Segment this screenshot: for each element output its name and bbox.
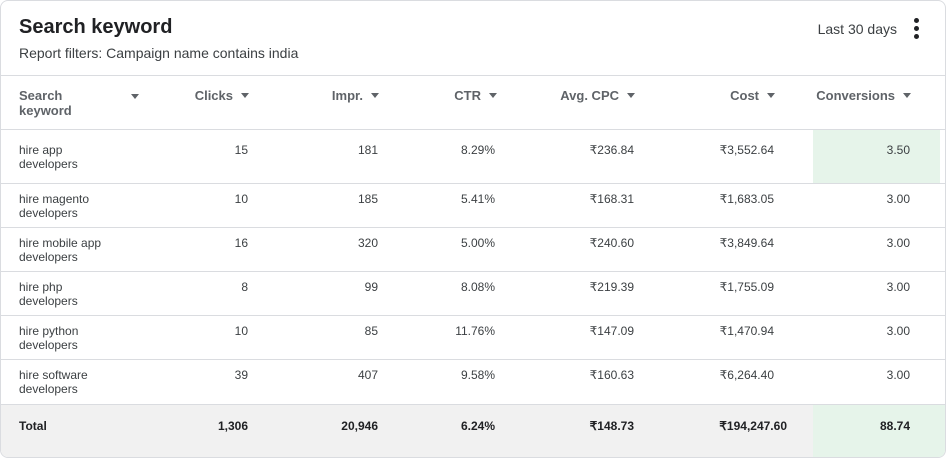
report-card: Search keyword Report filters: Campaign … bbox=[0, 0, 946, 458]
avg-cpc-cell: ₹147.09 bbox=[589, 324, 634, 338]
keyword-cell: hire php developers bbox=[19, 280, 78, 308]
impr-cell: 181 bbox=[357, 143, 378, 157]
conversions-cell: 3.00 bbox=[886, 368, 910, 382]
clicks-cell: 10 bbox=[234, 192, 248, 206]
divider bbox=[1, 271, 945, 272]
column-header-ctr[interactable]: CTR bbox=[401, 88, 497, 103]
column-header-avg-cpc[interactable]: Avg. CPC bbox=[521, 88, 635, 103]
column-header-conversions[interactable]: Conversions bbox=[801, 88, 911, 103]
avg-cpc-cell: ₹160.63 bbox=[589, 368, 634, 382]
sort-caret-icon bbox=[131, 94, 139, 99]
cost-cell: ₹3,552.64 bbox=[719, 143, 774, 157]
clicks-cell: 15 bbox=[234, 143, 248, 157]
total-impr: 20,946 bbox=[341, 419, 378, 433]
conversions-cell: 3.00 bbox=[886, 280, 910, 294]
keyword-cell: hire app developers bbox=[19, 143, 78, 171]
more-vert-icon[interactable] bbox=[909, 17, 923, 41]
sort-caret-icon bbox=[371, 93, 379, 98]
date-range-selector[interactable]: Last 30 days bbox=[818, 21, 897, 37]
ctr-cell: 8.29% bbox=[460, 143, 495, 157]
divider bbox=[1, 129, 945, 130]
clicks-cell: 10 bbox=[234, 324, 248, 338]
column-header-impr[interactable]: Impr. bbox=[281, 88, 379, 103]
conversions-cell: 3.00 bbox=[886, 192, 910, 206]
sort-caret-icon bbox=[903, 93, 911, 98]
impr-cell: 99 bbox=[364, 280, 378, 294]
column-header-label: Search keyword bbox=[19, 88, 72, 118]
ctr-cell: 9.58% bbox=[460, 368, 495, 382]
clicks-cell: 39 bbox=[234, 368, 248, 382]
conversions-cell: 3.50 bbox=[886, 143, 910, 157]
divider bbox=[1, 75, 945, 76]
impr-cell: 85 bbox=[364, 324, 378, 338]
column-header-search-keyword[interactable]: Search keyword bbox=[19, 88, 149, 118]
impr-cell: 185 bbox=[357, 192, 378, 206]
keyword-cell: hire python developers bbox=[19, 324, 79, 352]
divider bbox=[1, 315, 945, 316]
conversions-cell: 3.00 bbox=[886, 236, 910, 250]
sort-caret-icon bbox=[489, 93, 497, 98]
ctr-cell: 5.00% bbox=[460, 236, 495, 250]
sort-caret-icon bbox=[767, 93, 775, 98]
avg-cpc-cell: ₹236.84 bbox=[589, 143, 634, 157]
sort-caret-icon bbox=[627, 93, 635, 98]
avg-cpc-cell: ₹219.39 bbox=[589, 280, 634, 294]
total-clicks: 1,306 bbox=[217, 419, 248, 433]
clicks-cell: 16 bbox=[234, 236, 248, 250]
ctr-cell: 11.76% bbox=[455, 324, 495, 338]
keyword-cell: hire mobile app developers bbox=[19, 236, 102, 264]
keyword-cell: hire magento developers bbox=[19, 192, 90, 220]
conversions-cell: 3.00 bbox=[886, 324, 910, 338]
cost-cell: ₹1,755.09 bbox=[719, 280, 774, 294]
column-header-clicks[interactable]: Clicks bbox=[151, 88, 249, 103]
total-conversions: 88.74 bbox=[879, 419, 910, 433]
total-cost: ₹194,247.60 bbox=[719, 419, 787, 433]
avg-cpc-cell: ₹168.31 bbox=[589, 192, 634, 206]
keyword-cell: hire software developers bbox=[19, 368, 88, 396]
column-header-cost[interactable]: Cost bbox=[661, 88, 775, 103]
divider bbox=[1, 359, 945, 360]
total-label: Total bbox=[19, 419, 47, 433]
divider bbox=[1, 227, 945, 228]
cost-cell: ₹3,849.64 bbox=[719, 236, 774, 250]
cost-cell: ₹1,470.94 bbox=[719, 324, 774, 338]
sort-caret-icon bbox=[241, 93, 249, 98]
total-row: Total 1,306 20,946 6.24% ₹148.73 ₹194,24… bbox=[1, 405, 945, 457]
clicks-cell: 8 bbox=[241, 280, 248, 294]
report-filters: Report filters: Campaign name contains i… bbox=[19, 45, 299, 61]
total-avg-cpc: ₹148.73 bbox=[589, 419, 634, 433]
impr-cell: 320 bbox=[357, 236, 378, 250]
impr-cell: 407 bbox=[357, 368, 378, 382]
avg-cpc-cell: ₹240.60 bbox=[589, 236, 634, 250]
divider bbox=[1, 183, 945, 184]
cost-cell: ₹1,683.05 bbox=[719, 192, 774, 206]
total-ctr: 6.24% bbox=[460, 419, 495, 433]
ctr-cell: 8.08% bbox=[460, 280, 495, 294]
ctr-cell: 5.41% bbox=[460, 192, 495, 206]
report-header: Search keyword Report filters: Campaign … bbox=[1, 1, 945, 75]
cost-cell: ₹6,264.40 bbox=[719, 368, 774, 382]
report-title: Search keyword bbox=[19, 16, 173, 38]
